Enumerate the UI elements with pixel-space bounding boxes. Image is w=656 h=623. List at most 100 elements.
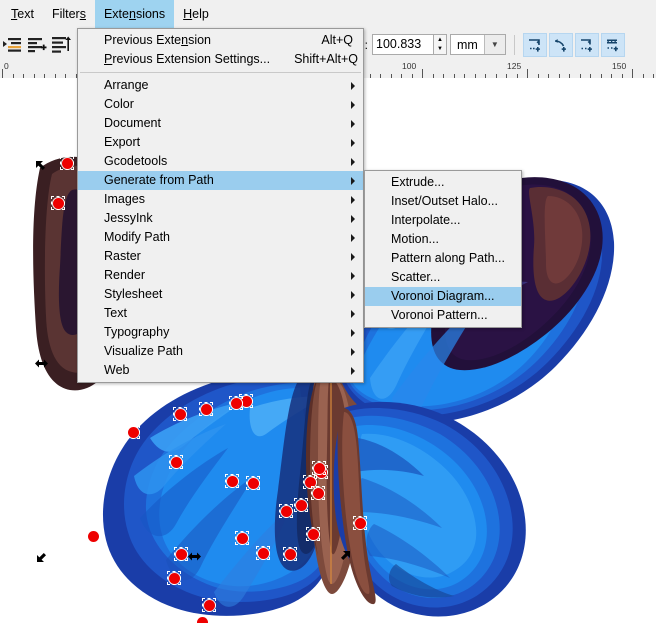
path-node[interactable] (313, 462, 325, 474)
submenu-item-inset-outset-halo[interactable]: Inset/Outset Halo... (365, 192, 521, 211)
path-node[interactable] (295, 499, 307, 511)
menubar-item-help[interactable]: Help (174, 0, 218, 28)
unit-select[interactable]: mm ▼ (450, 34, 506, 55)
menu-item-previous-extension-settings[interactable]: Previous Extension Settings... Shift+Alt+… (78, 50, 363, 69)
path-node[interactable] (52, 197, 64, 209)
extensions-dropdown-menu[interactable]: Previous Extension Alt+Q Previous Extensio… (77, 28, 364, 383)
path-node[interactable] (174, 408, 186, 420)
menu-item-previous-extension[interactable]: Previous Extension Alt+Q (78, 31, 363, 50)
selection-handle-s[interactable] (187, 549, 202, 564)
menu-item-document[interactable]: Document (78, 114, 363, 133)
submenu-arrow-icon (351, 271, 355, 280)
menu-item-label: Scatter... (391, 270, 441, 284)
submenu-item-extrude[interactable]: Extrude... (365, 173, 521, 192)
submenu-arrow-icon (351, 252, 355, 261)
submenu-arrow-icon (351, 157, 355, 166)
menu-item-label: Render (104, 268, 145, 282)
menu-item-color[interactable]: Color (78, 95, 363, 114)
snap-node-smooth-button[interactable] (548, 32, 573, 57)
submenu-item-pattern-along-path[interactable]: Pattern along Path... (365, 249, 521, 268)
menu-separator (80, 72, 361, 73)
submenu-item-voronoi-pattern[interactable]: Voronoi Pattern... (365, 306, 521, 325)
snap-path-intersection-button[interactable] (574, 32, 599, 57)
path-node[interactable] (87, 530, 99, 542)
line-spacing-icon[interactable] (50, 34, 71, 55)
menu-item-visualize-path[interactable]: Visualize Path (78, 342, 363, 361)
align-left-plus-icon[interactable] (26, 34, 47, 55)
submenu-item-motion[interactable]: Motion... (365, 230, 521, 249)
path-node[interactable] (247, 477, 259, 489)
snap-midpoint-button[interactable] (600, 32, 625, 57)
menu-item-label: Color (104, 97, 134, 111)
submenu-arrow-icon (351, 328, 355, 337)
selection-handle-w[interactable] (34, 356, 49, 371)
path-node[interactable] (61, 157, 73, 169)
menu-item-web[interactable]: Web (78, 361, 363, 380)
menu-item-arrange[interactable]: Arrange (78, 76, 363, 95)
menu-item-typography[interactable]: Typography (78, 323, 363, 342)
menu-item-gcodetools[interactable]: Gcodetools (78, 152, 363, 171)
submenu-item-voronoi-diagram[interactable]: Voronoi Diagram... (365, 287, 521, 306)
stepper-up-icon[interactable]: ▲ (434, 35, 446, 45)
ruler-tick (422, 69, 423, 78)
menu-item-label: Stylesheet (104, 287, 163, 301)
ruler-label: 0 (4, 61, 9, 71)
path-node[interactable] (307, 528, 319, 540)
path-node[interactable] (354, 517, 366, 529)
submenu-arrow-icon (351, 214, 355, 223)
stepper-down-icon[interactable]: ▼ (434, 45, 446, 55)
submenu-item-scatter[interactable]: Scatter... (365, 268, 521, 287)
menu-item-generate-from-path[interactable]: Generate from Path (78, 171, 363, 190)
submenu-item-interpolate[interactable]: Interpolate... (365, 211, 521, 230)
path-node[interactable] (312, 487, 324, 499)
submenu-arrow-icon (351, 290, 355, 299)
submenu-arrow-icon (351, 138, 355, 147)
selection-handle-nw[interactable] (34, 159, 49, 174)
menu-item-stylesheet[interactable]: Stylesheet (78, 285, 363, 304)
menu-item-raster[interactable]: Raster (78, 247, 363, 266)
path-node[interactable] (280, 505, 292, 517)
snap-controls-group (522, 32, 625, 57)
menu-item-label: Typography (104, 325, 170, 339)
menu-item-jessyink[interactable]: JessyInk (78, 209, 363, 228)
menu-item-render[interactable]: Render (78, 266, 363, 285)
menu-item-images[interactable]: Images (78, 190, 363, 209)
height-stepper[interactable]: ▲ ▼ (434, 34, 447, 55)
path-node[interactable] (175, 548, 187, 560)
menu-item-label: JessyInk (104, 211, 153, 225)
menubar-item-extensions[interactable]: Extensions (94, 0, 175, 28)
path-node[interactable] (236, 532, 248, 544)
menu-item-modify-path[interactable]: Modify Path (78, 228, 363, 247)
menu-item-label: Modify Path (104, 230, 171, 244)
menu-item-label: Text (104, 306, 127, 320)
path-node[interactable] (127, 426, 139, 438)
submenu-arrow-icon (351, 366, 355, 375)
path-node[interactable] (170, 456, 182, 468)
path-node[interactable] (196, 616, 208, 623)
menubar-item-text[interactable]: Text (2, 0, 43, 28)
path-node[interactable] (200, 403, 212, 415)
path-node[interactable] (203, 599, 215, 611)
ruler-label: 125 (507, 61, 522, 71)
selection-handle-sw[interactable] (35, 549, 50, 564)
submenu-arrow-icon (351, 195, 355, 204)
menu-item-label: Arrange (104, 78, 149, 92)
ruler-tick (2, 69, 3, 78)
path-node[interactable] (230, 397, 242, 409)
height-input[interactable]: 100.833 (372, 34, 434, 55)
menu-item-export[interactable]: Export (78, 133, 363, 152)
menu-item-accelerator: Alt+Q (321, 33, 353, 47)
menu-item-label: Motion... (391, 232, 439, 246)
path-node[interactable] (257, 547, 269, 559)
menubar-item-filters[interactable]: Filters (43, 0, 95, 28)
generate-from-path-submenu[interactable]: Extrude... Inset/Outset Halo... Interpolat… (364, 170, 522, 328)
indent-paragraph-icon[interactable] (2, 34, 23, 55)
path-node[interactable] (168, 572, 180, 584)
path-node[interactable] (226, 475, 238, 487)
chevron-down-icon[interactable]: ▼ (483, 35, 505, 54)
selection-handle-se[interactable] (337, 549, 352, 564)
snap-node-cusp-button[interactable] (522, 32, 547, 57)
submenu-arrow-icon (351, 176, 355, 185)
path-node[interactable] (284, 548, 296, 560)
menu-item-text[interactable]: Text (78, 304, 363, 323)
